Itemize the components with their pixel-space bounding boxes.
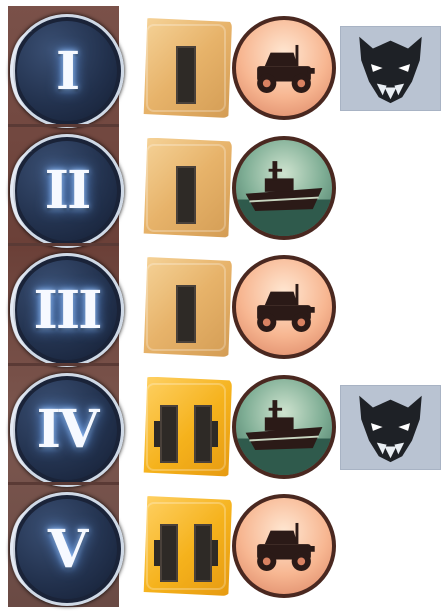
rank-bar — [194, 524, 218, 582]
tier-numeral-medal: III — [10, 253, 124, 367]
row-divider — [8, 123, 119, 127]
tier-numeral: V — [47, 518, 88, 580]
jeep-icon — [232, 255, 336, 359]
tier-numeral: IV — [36, 399, 100, 460]
rank-bar — [154, 404, 178, 463]
rank-badge-icon — [143, 496, 232, 596]
rank-badge-icon — [143, 257, 232, 357]
rank-badge-icon — [143, 18, 232, 118]
row-divider — [8, 482, 119, 485]
tier-numeral: I — [55, 40, 80, 102]
tier-numeral-medal: V — [10, 492, 124, 606]
tier-numeral: II — [44, 160, 92, 221]
row-divider — [8, 362, 119, 366]
rank-badge-icon — [143, 137, 232, 238]
tier-row: V — [0, 484, 442, 606]
tier-row: IV — [0, 365, 442, 487]
tier-numeral-medal: II — [10, 133, 124, 248]
dragon-skull-icon — [340, 26, 441, 111]
tier-numeral-medal: IV — [10, 372, 124, 487]
jeep-icon — [232, 494, 336, 598]
row-divider — [8, 243, 119, 246]
rank-bar — [154, 524, 178, 582]
tier-row: II — [0, 126, 442, 248]
rank-bar — [194, 404, 218, 463]
rank-bar — [176, 46, 196, 104]
rank-bar — [176, 285, 196, 343]
boat-icon — [232, 374, 336, 479]
rank-bar — [176, 165, 196, 224]
tier-numeral: III — [33, 279, 103, 341]
dragon-skull-icon — [340, 384, 441, 470]
tier-row: I — [0, 6, 442, 128]
tier-numeral-medal: I — [10, 14, 124, 128]
boat-icon — [232, 135, 336, 240]
tier-row: III — [0, 245, 442, 367]
jeep-icon — [232, 16, 336, 120]
rank-badge-icon — [143, 376, 232, 477]
